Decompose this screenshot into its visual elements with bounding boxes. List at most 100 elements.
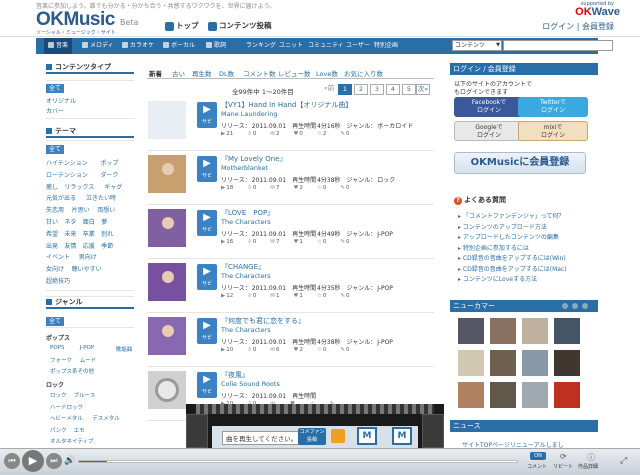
nav-post-link[interactable]: コンテンツ投稿 bbox=[208, 20, 272, 31]
theme-item[interactable]: 泣きたい時 bbox=[86, 193, 116, 202]
playback-progress[interactable] bbox=[78, 460, 518, 463]
track-thumbnail[interactable] bbox=[148, 317, 186, 355]
track-title[interactable]: 『CHANGE』 bbox=[221, 262, 265, 272]
page-3[interactable]: 3 bbox=[370, 84, 384, 95]
track-thumbnail[interactable] bbox=[148, 209, 186, 247]
track-artist[interactable]: Mane Laundering bbox=[221, 110, 277, 118]
track-thumbnail[interactable] bbox=[148, 155, 186, 193]
newcomer-avatar[interactable] bbox=[522, 382, 548, 408]
genre-pops-item[interactable]: ポップス系その他 bbox=[50, 367, 94, 375]
tab-6[interactable]: Love数 bbox=[316, 68, 338, 78]
site-logo[interactable]: OKMusic bbox=[36, 9, 115, 31]
genre-rock-item[interactable]: ヘビーメタル bbox=[50, 414, 83, 422]
play-button[interactable]: ▶ サビ bbox=[197, 264, 217, 290]
page-prev[interactable]: «前 bbox=[322, 84, 336, 95]
nav-music[interactable]: 音楽 bbox=[44, 38, 73, 54]
search-scope-select[interactable]: コンテンツ ▼ bbox=[452, 40, 502, 51]
theme-item[interactable]: 出発 bbox=[46, 241, 58, 250]
next-icon[interactable]: ⏭ bbox=[46, 453, 62, 469]
track-artist[interactable]: Colie Sound Roots bbox=[221, 380, 280, 388]
mixi-login-button[interactable]: mixiで ログイン bbox=[518, 121, 588, 141]
tab-7[interactable]: お気に入り数 bbox=[344, 68, 383, 78]
theme-item[interactable]: 甘い bbox=[46, 217, 58, 226]
track-title[interactable]: 『LOVE POP』 bbox=[221, 208, 274, 218]
google-login-button[interactable]: Googleで ログイン bbox=[454, 121, 524, 141]
genre-rock-item[interactable]: ロック bbox=[50, 391, 67, 399]
track-title[interactable]: 【VY1】Hand In Hand【オリジナル曲】 bbox=[221, 100, 352, 110]
play-icon[interactable]: ▶ bbox=[22, 450, 44, 472]
track-title[interactable]: 『何度でも君に恋をする』 bbox=[221, 316, 305, 326]
theme-item[interactable]: 両想い bbox=[97, 205, 115, 214]
theme-item[interactable]: 超絶技巧 bbox=[46, 276, 70, 285]
theme-item[interactable]: イベント bbox=[46, 252, 70, 261]
page-2[interactable]: 2 bbox=[354, 84, 368, 95]
genre-rock-item[interactable]: デスメタル bbox=[92, 414, 120, 422]
header-register-link[interactable]: 会員登録 bbox=[582, 22, 614, 31]
genre-pops-item[interactable]: フォーク bbox=[50, 356, 72, 364]
search-input[interactable] bbox=[503, 40, 613, 51]
theme-item[interactable]: 希望 bbox=[46, 229, 58, 238]
play-button[interactable]: ▶ サビ bbox=[197, 372, 217, 398]
theme-item[interactable]: ポップ bbox=[100, 158, 118, 167]
theme-item[interactable]: ハイテンション bbox=[46, 158, 88, 167]
genre-all[interactable]: 全て bbox=[46, 317, 65, 326]
nav-melody[interactable]: メロディ bbox=[82, 38, 114, 54]
dot-icon[interactable] bbox=[572, 303, 578, 309]
faq-item[interactable]: 特別企画に参加するには bbox=[458, 243, 529, 252]
nav-ranking[interactable]: ランキング bbox=[246, 38, 276, 54]
genre-rock-item[interactable]: オルタネイティブ bbox=[50, 437, 94, 445]
nav-vocal[interactable]: ボーカル bbox=[163, 38, 195, 54]
genre-pops-item[interactable]: ムード bbox=[80, 356, 97, 364]
okwave-logo[interactable]: OKWave bbox=[575, 6, 620, 18]
page-4[interactable]: 4 bbox=[386, 84, 400, 95]
expand-icon[interactable]: ⤢ bbox=[620, 456, 627, 466]
play-button[interactable]: ▶ サビ bbox=[197, 102, 217, 128]
page-next[interactable]: 次» bbox=[416, 84, 430, 95]
genre-pops-item[interactable]: J-POP bbox=[80, 345, 94, 351]
theme-item[interactable]: 卒業 bbox=[83, 229, 95, 238]
page-5[interactable]: 5 bbox=[402, 84, 416, 95]
tab-1[interactable]: 古い bbox=[172, 68, 185, 78]
track-thumbnail[interactable] bbox=[148, 263, 186, 301]
nav-unit[interactable]: ユニット bbox=[279, 38, 303, 54]
header-login-link[interactable]: ログイン bbox=[542, 22, 574, 31]
heart-icon[interactable] bbox=[331, 429, 345, 443]
theme-item[interactable]: ギャグ bbox=[104, 182, 122, 191]
okmusic-m-icon[interactable]: M bbox=[392, 427, 412, 445]
newcomer-avatar[interactable] bbox=[490, 318, 516, 344]
newcomer-avatar[interactable] bbox=[490, 350, 516, 376]
info-icon[interactable]: ⓘ bbox=[587, 452, 595, 463]
newcomer-avatar[interactable] bbox=[554, 350, 580, 376]
theme-item[interactable]: ダーク bbox=[100, 170, 118, 179]
genre-pops-heading[interactable]: ポップス bbox=[46, 333, 70, 342]
nav-karaoke[interactable]: カラオケ bbox=[122, 38, 154, 54]
theme-item[interactable]: 夢 bbox=[101, 217, 107, 226]
newcomer-avatar[interactable] bbox=[522, 350, 548, 376]
faq-item[interactable]: コンテンツのアップロード方法 bbox=[458, 222, 547, 231]
faq-item[interactable]: アップロードしたコンテンツの編集 bbox=[458, 232, 559, 241]
theme-item[interactable]: ローテンション bbox=[46, 170, 88, 179]
okmusic-register-button[interactable]: OKMusicに会員登録 bbox=[454, 152, 586, 174]
theme-item[interactable]: 癒し bbox=[46, 182, 58, 191]
volume-icon[interactable]: 🔊 bbox=[64, 456, 75, 466]
content-type-all[interactable]: 全て bbox=[46, 84, 65, 93]
track-artist[interactable]: The Characters bbox=[221, 218, 271, 226]
theme-item[interactable]: ネタ bbox=[64, 217, 76, 226]
newcomer-avatar[interactable] bbox=[458, 382, 484, 408]
theme-item[interactable]: 女向け bbox=[46, 264, 64, 273]
newcomer-avatar[interactable] bbox=[554, 318, 580, 344]
tab-2[interactable]: 再生数 bbox=[192, 68, 212, 78]
facebook-login-button[interactable]: Facebookで ログイン bbox=[454, 97, 524, 117]
theme-item[interactable]: 元気が出る bbox=[46, 193, 76, 202]
theme-item[interactable]: 片思い bbox=[72, 205, 90, 214]
comment-toggle[interactable]: ON bbox=[530, 452, 546, 460]
page-1[interactable]: 1 bbox=[338, 84, 352, 95]
twitter-login-button[interactable]: Twitterで ログイン bbox=[518, 97, 588, 117]
genre-pops-item[interactable]: POPS bbox=[50, 345, 64, 351]
newcomer-avatar[interactable] bbox=[458, 318, 484, 344]
theme-item[interactable]: 友情 bbox=[64, 241, 76, 250]
newcomer-avatar[interactable] bbox=[458, 350, 484, 376]
newcomer-avatar[interactable] bbox=[522, 318, 548, 344]
genre-rock-item[interactable]: エモ bbox=[74, 426, 85, 434]
genre-pops-item[interactable]: 歌謡曲 bbox=[116, 345, 133, 353]
